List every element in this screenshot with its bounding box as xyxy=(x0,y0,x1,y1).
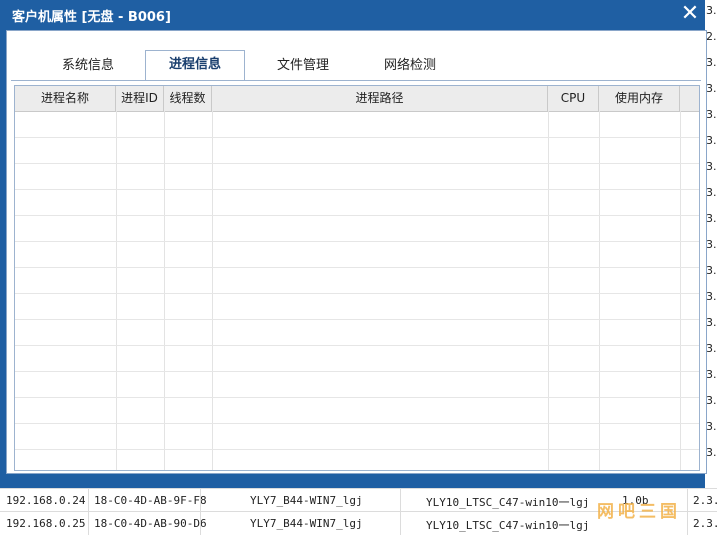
background-cell-fragment: 3. xyxy=(706,212,717,225)
background-cell-fragment: 3. xyxy=(706,160,717,173)
row-divider xyxy=(15,189,699,190)
column-header-process-path[interactable]: 进程路径 xyxy=(212,86,548,111)
table-header: 进程名称 进程ID 线程数 进程路径 CPU 使用内存 xyxy=(15,86,699,112)
column-divider xyxy=(599,111,600,470)
version-cell: 2.3. xyxy=(693,517,717,530)
column-header-memory[interactable]: 使用内存 xyxy=(599,86,680,111)
column-divider xyxy=(212,111,213,470)
row-divider xyxy=(15,267,699,268)
column-header-process-name[interactable]: 进程名称 xyxy=(15,86,116,111)
dialog-title: 客户机属性 [无盘 - B006] xyxy=(12,10,171,25)
row-divider xyxy=(15,397,699,398)
tab-network-check[interactable]: 网络检测 xyxy=(369,52,451,80)
ip-cell: 192.168.0.25 xyxy=(6,517,86,530)
watermark-logo: 网吧三国 xyxy=(597,502,681,522)
background-cell-fragment: 3. xyxy=(706,342,717,355)
dialog-titlebar[interactable]: 客户机属性 [无盘 - B006] ✕ xyxy=(0,0,705,30)
column-divider xyxy=(164,111,165,470)
dialog-panel: 系统信息 进程信息 文件管理 网络检测 进程名称 进程ID 线程数 进程路径 C… xyxy=(6,30,707,474)
tab-file-management[interactable]: 文件管理 xyxy=(262,52,344,80)
config-cell: YLY10_LTSC_C47-win10一lgj xyxy=(426,496,590,509)
image-cell: YLY7_B44-WIN7_lgj xyxy=(250,494,363,507)
row-divider xyxy=(15,423,699,424)
row-divider xyxy=(15,163,699,164)
ip-cell: 192.168.0.24 xyxy=(6,494,86,507)
config-cell: YLY10_LTSC_C47-win10一lgj xyxy=(426,519,590,532)
background-cell-fragment: 3. xyxy=(706,394,717,407)
row-divider xyxy=(15,345,699,346)
close-icon[interactable]: ✕ xyxy=(678,3,702,27)
background-cell-fragment: 2. xyxy=(706,30,717,43)
dialog-frame-bottom xyxy=(0,474,705,488)
column-divider xyxy=(548,111,549,470)
column-header-thread-count[interactable]: 线程数 xyxy=(164,86,212,111)
background-cell-fragment: 3. xyxy=(706,56,717,69)
background-cell-fragment: 3. xyxy=(706,316,717,329)
mac-cell: 18-C0-4D-AB-90-D6 xyxy=(94,517,207,530)
version-cell: 2.3. xyxy=(693,494,717,507)
row-divider xyxy=(15,293,699,294)
client-properties-dialog: 客户机属性 [无盘 - B006] ✕ 系统信息 进程信息 文件管理 网络检测 … xyxy=(0,0,707,488)
column-header-process-id[interactable]: 进程ID xyxy=(116,86,164,111)
column-divider xyxy=(680,111,681,470)
background-cell-fragment: 3. xyxy=(706,290,717,303)
tab-system-info[interactable]: 系统信息 xyxy=(47,52,129,80)
row-divider xyxy=(15,215,699,216)
background-cell-fragment: 3. xyxy=(706,134,717,147)
background-cell-fragment: 3. xyxy=(706,82,717,95)
background-cell-fragment: 3. xyxy=(706,4,717,17)
tab-process-info[interactable]: 进程信息 xyxy=(145,50,245,81)
process-table[interactable]: 进程名称 进程ID 线程数 进程路径 CPU 使用内存 xyxy=(14,85,700,471)
column-header-cpu[interactable]: CPU xyxy=(548,86,599,111)
background-cell-fragment: 3. xyxy=(706,186,717,199)
background-cell-fragment: 3. xyxy=(706,420,717,433)
row-divider xyxy=(15,241,699,242)
column-divider xyxy=(116,111,117,470)
background-cell-fragment: 3. xyxy=(706,446,717,459)
row-divider xyxy=(15,137,699,138)
background-cell-fragment: 3. xyxy=(706,368,717,381)
background-cell-fragment: 3. xyxy=(706,108,717,121)
mac-cell: 18-C0-4D-AB-9F-F8 xyxy=(94,494,207,507)
background-cell-fragment: 3. xyxy=(706,264,717,277)
row-divider xyxy=(15,319,699,320)
image-cell: YLY7_B44-WIN7_lgj xyxy=(250,517,363,530)
row-divider xyxy=(15,449,699,450)
tab-divider xyxy=(11,80,701,81)
row-divider xyxy=(15,371,699,372)
background-cell-fragment: 3. xyxy=(706,238,717,251)
